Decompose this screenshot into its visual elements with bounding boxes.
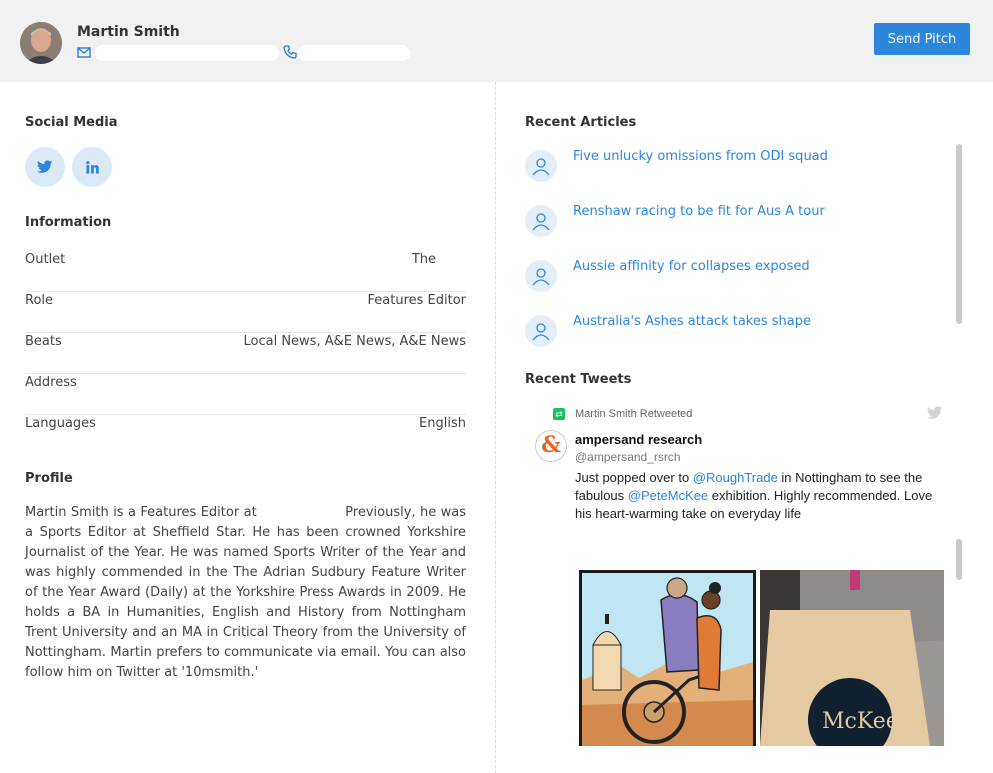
phone-icon bbox=[283, 44, 297, 59]
tweet-author-name[interactable]: ampersand research bbox=[575, 432, 702, 447]
info-value: Local News, A&E News, A&E News bbox=[243, 334, 467, 349]
article-link[interactable]: Renshaw racing to be fit for Aus A tour bbox=[573, 204, 825, 219]
recent-articles-heading: Recent Articles bbox=[525, 115, 637, 130]
article-link[interactable]: Aussie affinity for collapses exposed bbox=[573, 259, 810, 274]
info-row-outlet: Outlet The bbox=[25, 251, 466, 292]
article-link[interactable]: Australia's Ashes attack takes shape bbox=[573, 314, 811, 329]
article-item[interactable]: Five unlucky omissions from ODI squad bbox=[525, 149, 945, 190]
tweet-author-handle[interactable]: @ampersand_rsrch bbox=[575, 450, 681, 464]
tweet-text-part: Just popped over to bbox=[575, 470, 693, 485]
user-icon bbox=[525, 205, 557, 237]
send-pitch-button[interactable]: Send Pitch bbox=[874, 23, 970, 55]
tweet-author-avatar[interactable]: & bbox=[535, 430, 567, 462]
twitter-bird-icon[interactable] bbox=[927, 406, 943, 420]
linkedin-icon bbox=[85, 160, 99, 174]
profile-bio: Martin Smith is a Features Editor at Pre… bbox=[25, 505, 471, 680]
envelope-icon bbox=[77, 44, 91, 58]
info-value: The bbox=[411, 252, 436, 267]
sign-text: McKee bbox=[822, 709, 899, 734]
retweet-label: Martin Smith Retweeted bbox=[575, 408, 693, 420]
phone-redacted[interactable] bbox=[298, 45, 410, 61]
column-divider bbox=[495, 82, 496, 773]
information-heading: Information bbox=[25, 215, 112, 230]
info-value: Features Editor bbox=[367, 293, 466, 308]
tweet-text: Just popped over to @RoughTrade in Notti… bbox=[575, 469, 940, 523]
tweet-image-photo[interactable]: McKee bbox=[760, 570, 944, 746]
twitter-icon bbox=[37, 160, 53, 173]
articles-scrollbar[interactable] bbox=[956, 144, 962, 324]
article-item[interactable]: Australia's Ashes attack takes shape bbox=[525, 314, 945, 355]
tweet-mention[interactable]: @PeteMcKee bbox=[628, 488, 708, 503]
user-icon bbox=[525, 150, 557, 182]
contact-details bbox=[77, 44, 477, 61]
twitter-button[interactable] bbox=[25, 147, 65, 187]
article-item[interactable]: Renshaw racing to be fit for Aus A tour bbox=[525, 204, 945, 245]
info-row-beats: Beats Local News, A&E News, A&E News bbox=[25, 333, 466, 374]
contact-name: Martin Smith bbox=[77, 24, 180, 40]
profile-heading: Profile bbox=[25, 471, 73, 486]
info-label: Address bbox=[25, 375, 77, 390]
recent-tweets-heading: Recent Tweets bbox=[525, 372, 632, 387]
email-redacted[interactable] bbox=[95, 45, 279, 61]
user-icon bbox=[525, 315, 557, 347]
info-label: Role bbox=[25, 293, 54, 308]
info-row-role: Role Features Editor bbox=[25, 292, 466, 333]
article-item[interactable]: Aussie affinity for collapses exposed bbox=[525, 259, 945, 300]
avatar bbox=[20, 22, 62, 64]
avatar-photo bbox=[20, 22, 62, 64]
retweet-icon: ⇄ bbox=[553, 408, 565, 420]
article-link[interactable]: Five unlucky omissions from ODI squad bbox=[573, 149, 828, 164]
info-label: Beats bbox=[25, 334, 62, 349]
profile-header: Martin Smith Send Pitch bbox=[0, 0, 993, 82]
linkedin-button[interactable] bbox=[72, 147, 112, 187]
tweet-image-illustration[interactable] bbox=[579, 570, 756, 746]
info-row-languages: Languages English bbox=[25, 415, 466, 456]
info-label: Languages bbox=[25, 416, 96, 431]
info-row-address: Address bbox=[25, 374, 466, 415]
tweet-mention[interactable]: @RoughTrade bbox=[693, 470, 778, 485]
tweet-card[interactable]: ⇄ Martin Smith Retweeted & ampersand res… bbox=[525, 400, 950, 746]
user-icon bbox=[525, 260, 557, 292]
social-media-heading: Social Media bbox=[25, 115, 118, 130]
tweets-scrollbar[interactable] bbox=[956, 539, 962, 580]
info-label: Outlet bbox=[25, 252, 66, 267]
info-value: English bbox=[419, 416, 466, 431]
